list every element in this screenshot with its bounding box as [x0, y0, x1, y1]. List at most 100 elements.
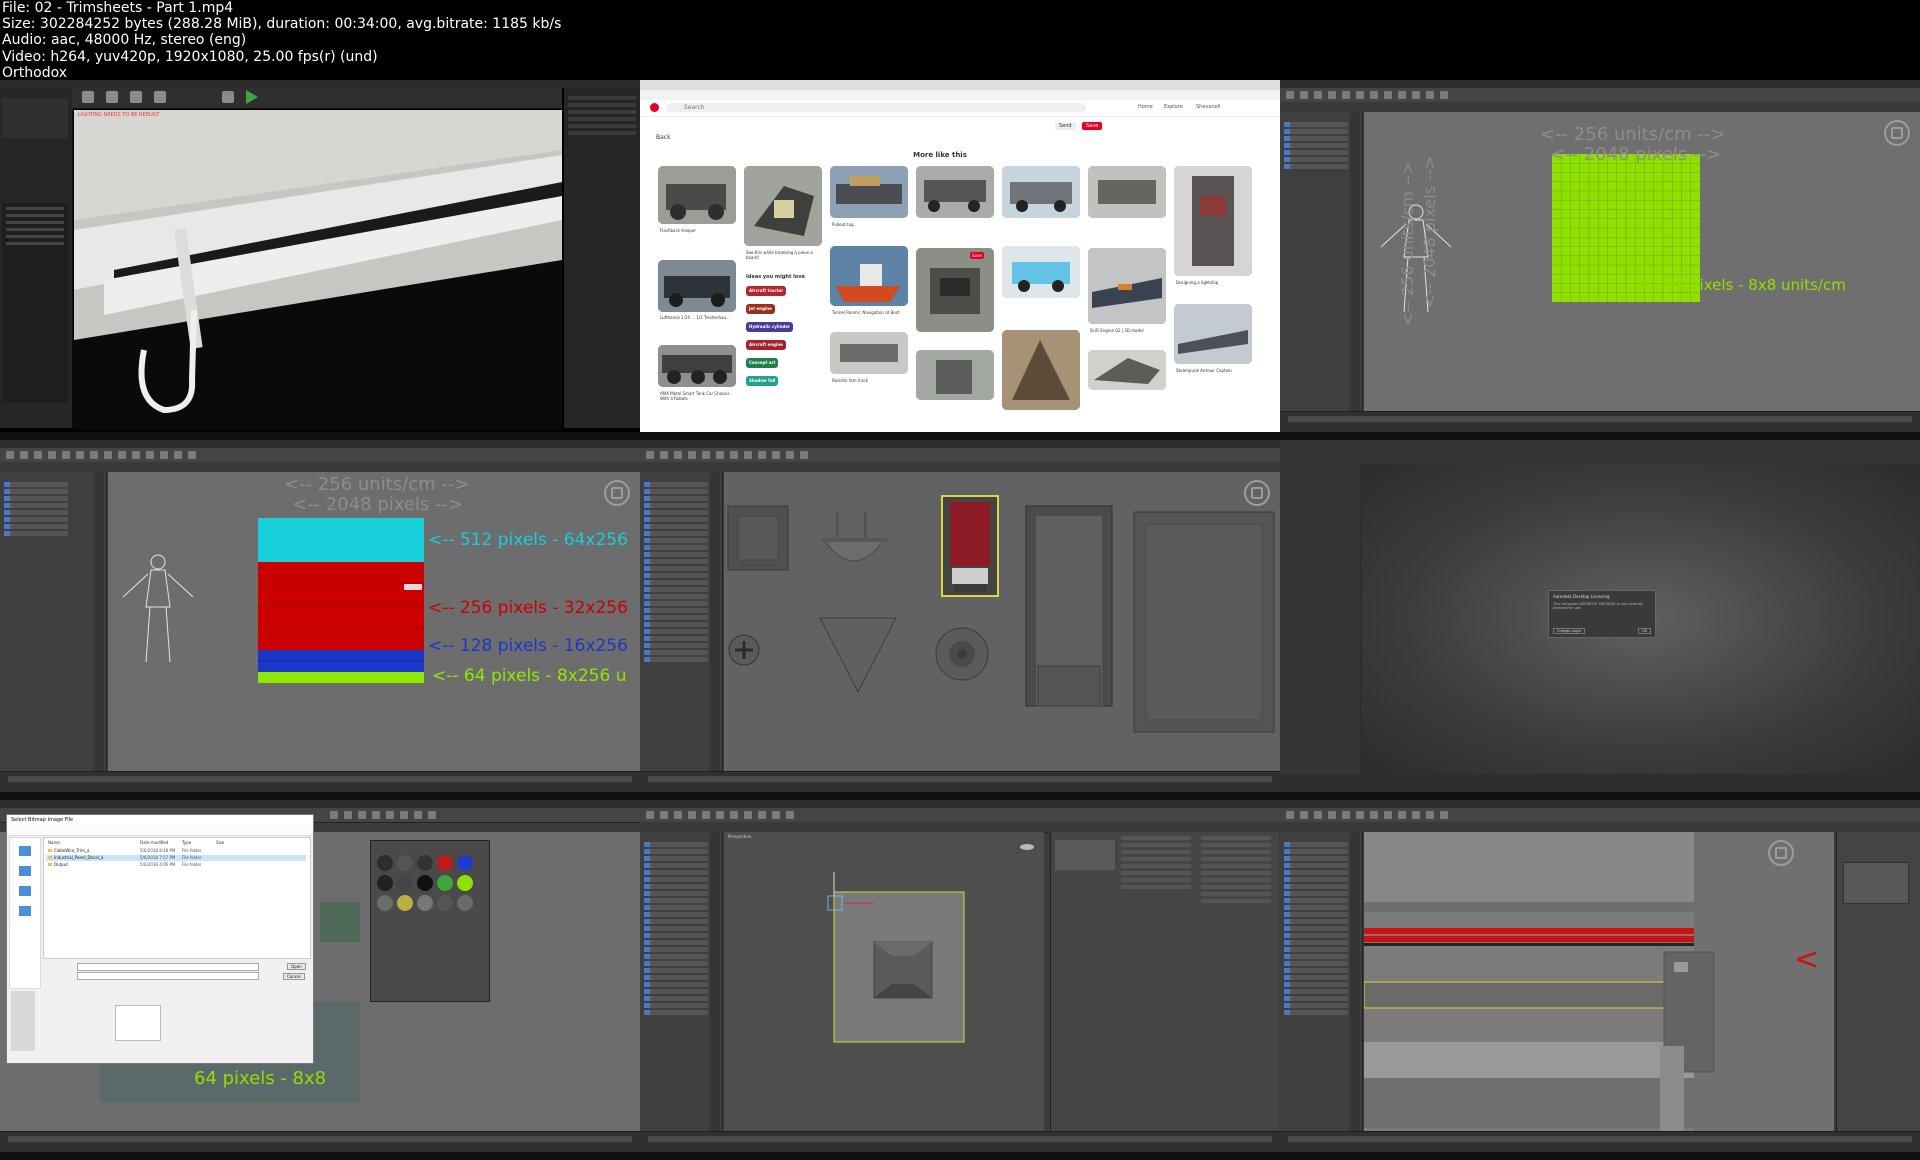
- column-name[interactable]: Name: [48, 840, 60, 845]
- pinterest-header: Search Home Explore Shevanell: [640, 100, 1280, 117]
- tag-chip[interactable]: Shadow fall: [746, 376, 779, 386]
- build-icon[interactable]: [222, 91, 234, 103]
- audio-line: Audio: aac, 48000 Hz, stereo (eng): [2, 32, 247, 49]
- column-date[interactable]: Date modified: [140, 840, 168, 845]
- pin-tile[interactable]: [658, 260, 736, 312]
- viewcube-icon[interactable]: [1884, 120, 1910, 146]
- pin-tile[interactable]: [1088, 166, 1166, 218]
- pinterest-logo-icon[interactable]: [650, 103, 659, 112]
- tag-chip[interactable]: Aircraft engine: [746, 340, 786, 350]
- pin-caption: Resistin fam track: [832, 378, 869, 383]
- top-pixels-label: <-- 2048 pixels -->: [292, 494, 464, 515]
- search-input[interactable]: Search: [666, 103, 1086, 112]
- column-size[interactable]: Size: [216, 840, 224, 845]
- pin-tile[interactable]: [1174, 304, 1252, 364]
- pin-caption: Pullout tug: [832, 222, 854, 227]
- pin-tile[interactable]: [830, 332, 908, 374]
- browser-tabs: [640, 80, 1280, 90]
- viewcube-icon[interactable]: [604, 480, 630, 506]
- ue4-modes-panel: [0, 88, 73, 428]
- viewport[interactable]: [724, 472, 1280, 772]
- label-64: <-- 64 pixels - 8x256 u: [432, 666, 627, 686]
- pin-tile[interactable]: [916, 166, 994, 218]
- ok-button[interactable]: OK: [1637, 628, 1651, 634]
- pin-caption: SciFi Engine 02 | 3D model: [1090, 328, 1144, 333]
- arrow-marker: <: [1794, 942, 1820, 977]
- viewcube-icon[interactable]: [1768, 840, 1794, 866]
- pin-caption: Lufthansa 1:24 ... 1/2 Trestenhau...: [660, 315, 730, 320]
- thumb-panel-decal: Perspective: [640, 800, 1280, 1160]
- cancel-button[interactable]: Cancel: [283, 973, 305, 980]
- ue4-scene-art: [74, 110, 562, 430]
- settings-icon[interactable]: [154, 91, 166, 103]
- video-line: Video: h264, yuv420p, 1920x1080, 25.00 f…: [2, 48, 378, 65]
- pin-tile[interactable]: [1002, 166, 1080, 218]
- tag-chip[interactable]: Concept art: [746, 358, 779, 368]
- content-icon[interactable]: [106, 91, 118, 103]
- scene-explorer: [1280, 832, 1363, 1132]
- change-login-button[interactable]: Change Login: [1553, 628, 1585, 634]
- tag-chip[interactable]: Hydraulic cylinder: [746, 322, 793, 332]
- file-list[interactable]: Name Date modified Type Size CableWire_T…: [43, 837, 311, 959]
- pin-tile[interactable]: [916, 350, 994, 400]
- tag-chip[interactable]: Jet engine: [746, 304, 775, 314]
- marketplace-icon[interactable]: [130, 91, 142, 103]
- ue4-viewport[interactable]: LIGHTING NEEDS TO BE REBUILT: [74, 110, 562, 430]
- top-units-label: <-- 256 units/cm -->: [1540, 124, 1726, 145]
- save-button[interactable]: Save: [1082, 122, 1103, 130]
- pin-tile[interactable]: [830, 246, 908, 306]
- pin-tile[interactable]: [1002, 246, 1080, 298]
- file-row[interactable]: Output 5/6/2018 4:06 PM File folder: [46, 862, 306, 868]
- pin-tile[interactable]: [1002, 330, 1080, 410]
- max-toolbar: [1280, 88, 1920, 103]
- pin-tile[interactable]: [1088, 350, 1166, 390]
- modifier-panel: [1050, 832, 1279, 1132]
- scene-explorer: [640, 472, 723, 772]
- ue4-outliner: [564, 88, 640, 428]
- file-row[interactable]: CableWire_Trim_a 5/6/2018 8:48 PM File f…: [46, 848, 306, 854]
- viewport[interactable]: <-- 256 units/cm --> <-- 2048 pixels -->…: [108, 472, 640, 772]
- ue4-toolbar: [72, 88, 562, 109]
- pin-tile[interactable]: [744, 166, 822, 246]
- thumb-green-grid: <-- 256 units/cm --> <-- 2048 pixels -->…: [1280, 80, 1920, 440]
- tag-chip[interactable]: Aircraft tractor: [746, 286, 787, 296]
- pin-tile[interactable]: [1088, 248, 1166, 324]
- camera-icon[interactable]: [1020, 844, 1034, 850]
- thumb-trim-modules: [640, 440, 1280, 800]
- taskbar: [640, 792, 1280, 800]
- pin-tile[interactable]: [658, 345, 736, 387]
- pin-tile[interactable]: [830, 166, 908, 218]
- save-icon[interactable]: [82, 91, 94, 103]
- pin-caption: Designing a lightship: [1176, 280, 1219, 285]
- file-row[interactable]: Industrial_Panel_Decal_a 5/6/2018 7:57 P…: [46, 855, 306, 861]
- viewport[interactable]: Perspective: [724, 832, 1044, 1132]
- taskbar: [1280, 792, 1920, 800]
- command-panel: [1836, 832, 1920, 1132]
- filename-field[interactable]: [77, 963, 259, 971]
- nav-user[interactable]: Shevanell: [1196, 104, 1220, 110]
- thumb-ue4-editor: LIGHTING NEEDS TO BE REBUILT: [0, 80, 640, 440]
- viewcube-icon[interactable]: [1244, 480, 1270, 506]
- license-dialog: Autodesk Desktop Licensing This computer…: [1548, 590, 1656, 638]
- back-link[interactable]: Back: [656, 134, 671, 141]
- thumb-trim-strips: <-- 256 units/cm --> <-- 2048 pixels -->…: [0, 440, 640, 800]
- nav-home[interactable]: Home: [1138, 104, 1153, 110]
- viewport[interactable]: <: [1363, 832, 1834, 1132]
- taskbar: [0, 1152, 640, 1160]
- scene-explorer: [1280, 112, 1363, 412]
- filetype-select[interactable]: [77, 972, 259, 980]
- pin-tile[interactable]: [658, 166, 736, 224]
- play-icon[interactable]: [246, 90, 258, 104]
- pin-caption: Flashback trooper: [660, 228, 696, 233]
- open-button[interactable]: Open: [287, 963, 306, 970]
- max-toolbar: [1280, 808, 1920, 823]
- viewport[interactable]: <-- 256 units/cm --> <-- 2048 pixels -->…: [1364, 112, 1920, 412]
- pin-tile[interactable]: [916, 248, 994, 332]
- send-button[interactable]: Send: [1055, 122, 1076, 130]
- column-type[interactable]: Type: [182, 840, 191, 845]
- taskbar: [640, 1152, 1280, 1160]
- nav-explore[interactable]: Explore: [1164, 104, 1183, 110]
- pin-save-badge[interactable]: Save: [970, 252, 984, 259]
- pin-caption: Tunnel Rooms: Navigation at Best: [832, 310, 900, 315]
- pin-tile[interactable]: [1174, 166, 1252, 276]
